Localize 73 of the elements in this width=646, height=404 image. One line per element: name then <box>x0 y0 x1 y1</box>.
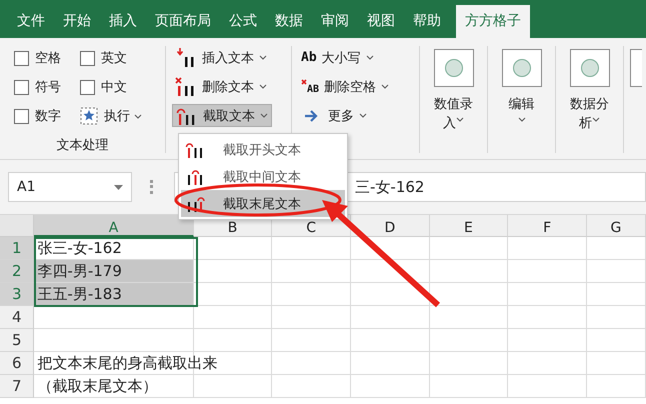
table-cell <box>586 375 646 398</box>
caret-icon <box>359 113 367 118</box>
caret-icon <box>381 84 390 89</box>
checkbox[interactable] <box>14 50 29 66</box>
cell-text: 张三-女-162 <box>37 238 122 259</box>
cell-text: 李四-男-179 <box>37 261 122 282</box>
ribbon-button[interactable]: 删除文本 <box>172 75 270 98</box>
row-header[interactable]: 7 <box>0 375 34 398</box>
column-header[interactable]: A <box>34 215 194 237</box>
column-header[interactable]: D <box>351 215 430 237</box>
extract-text-icon <box>185 168 205 186</box>
ribbon-tab[interactable]: 方方格子 <box>456 5 530 38</box>
caret-icon <box>456 116 464 122</box>
checkbox-label: 数字 <box>35 108 61 125</box>
row-header[interactable]: 2 <box>0 260 34 283</box>
checkbox-label: 空格 <box>35 50 61 67</box>
table-cell <box>586 352 646 375</box>
row-header[interactable]: 4 <box>0 306 34 329</box>
ribbon-button[interactable]: Ab 大小写 <box>298 46 377 69</box>
checkbox-label: 符号 <box>35 79 61 96</box>
cell-text: （截取末尾文本） <box>37 376 158 397</box>
checkbox[interactable] <box>80 50 95 66</box>
ribbon-large-button[interactable]: 数据分 析 <box>556 46 624 153</box>
column-header[interactable]: F <box>508 215 587 237</box>
menu-item[interactable]: 截取开头文本 <box>181 136 345 163</box>
checkbox-label: 英文 <box>101 50 127 67</box>
group-label: 文本处理 <box>56 137 110 154</box>
table-cell <box>586 237 646 260</box>
caret-icon <box>260 113 268 118</box>
ribbon-button[interactable]: 插入文本 <box>172 46 270 69</box>
caret-icon <box>134 114 142 119</box>
table-cell <box>586 260 646 283</box>
caret-icon <box>259 55 267 60</box>
cell-text: 王五-男-183 <box>37 284 122 305</box>
column-header[interactable]: G <box>586 215 646 237</box>
ribbon-button[interactable]: 截取文本 <box>172 104 272 127</box>
row-header[interactable]: 6 <box>0 352 34 375</box>
extract-text-icon <box>185 194 205 212</box>
ribbon-tab[interactable]: 视图 <box>358 5 404 38</box>
checkbox-label: 中文 <box>101 79 127 96</box>
row-header[interactable]: 3 <box>0 283 34 306</box>
ribbon-large-button[interactable]: 数值录 入 <box>420 46 488 153</box>
execute-button[interactable]: 执行 <box>104 107 142 125</box>
checkbox[interactable] <box>14 108 29 124</box>
grip-icon <box>150 180 156 194</box>
caret-icon <box>366 55 374 60</box>
caret-icon <box>259 84 267 89</box>
ribbon-tab[interactable]: 数据 <box>266 5 312 38</box>
ribbon-tab[interactable]: 开始 <box>54 5 100 38</box>
ribbon-large-button[interactable]: 编辑 <box>488 46 556 153</box>
caret-icon <box>518 116 526 122</box>
ribbon-tab[interactable]: 页面布局 <box>146 5 220 38</box>
table-cell <box>586 283 646 306</box>
ribbon-tab[interactable]: 文件 <box>8 5 54 38</box>
letter-case-icon: Ab <box>301 50 317 65</box>
checkbox[interactable] <box>80 80 95 94</box>
caret-icon <box>592 116 600 122</box>
table-cell <box>586 329 646 352</box>
ribbon-button[interactable]: 更多 <box>298 104 370 127</box>
row-header[interactable]: 1 <box>0 237 34 260</box>
caret-icon <box>114 184 123 190</box>
ribbon-tab[interactable]: 帮助 <box>404 5 450 38</box>
cell-text: 把文本末尾的身高截取出来 <box>37 353 218 374</box>
table-cell <box>586 306 646 329</box>
ribbon-tab[interactable]: 公式 <box>220 5 266 38</box>
ribbon-tab[interactable]: 审阅 <box>312 5 358 38</box>
name-box[interactable]: A1 <box>8 172 132 202</box>
ribbon-button[interactable]: AB 删除空格 <box>298 75 392 98</box>
row-header[interactable]: 5 <box>0 329 34 352</box>
ribbon-tab[interactable]: 插入 <box>100 5 146 38</box>
column-header[interactable]: E <box>430 215 508 237</box>
checkbox[interactable] <box>14 80 29 94</box>
extract-text-icon <box>185 140 205 158</box>
